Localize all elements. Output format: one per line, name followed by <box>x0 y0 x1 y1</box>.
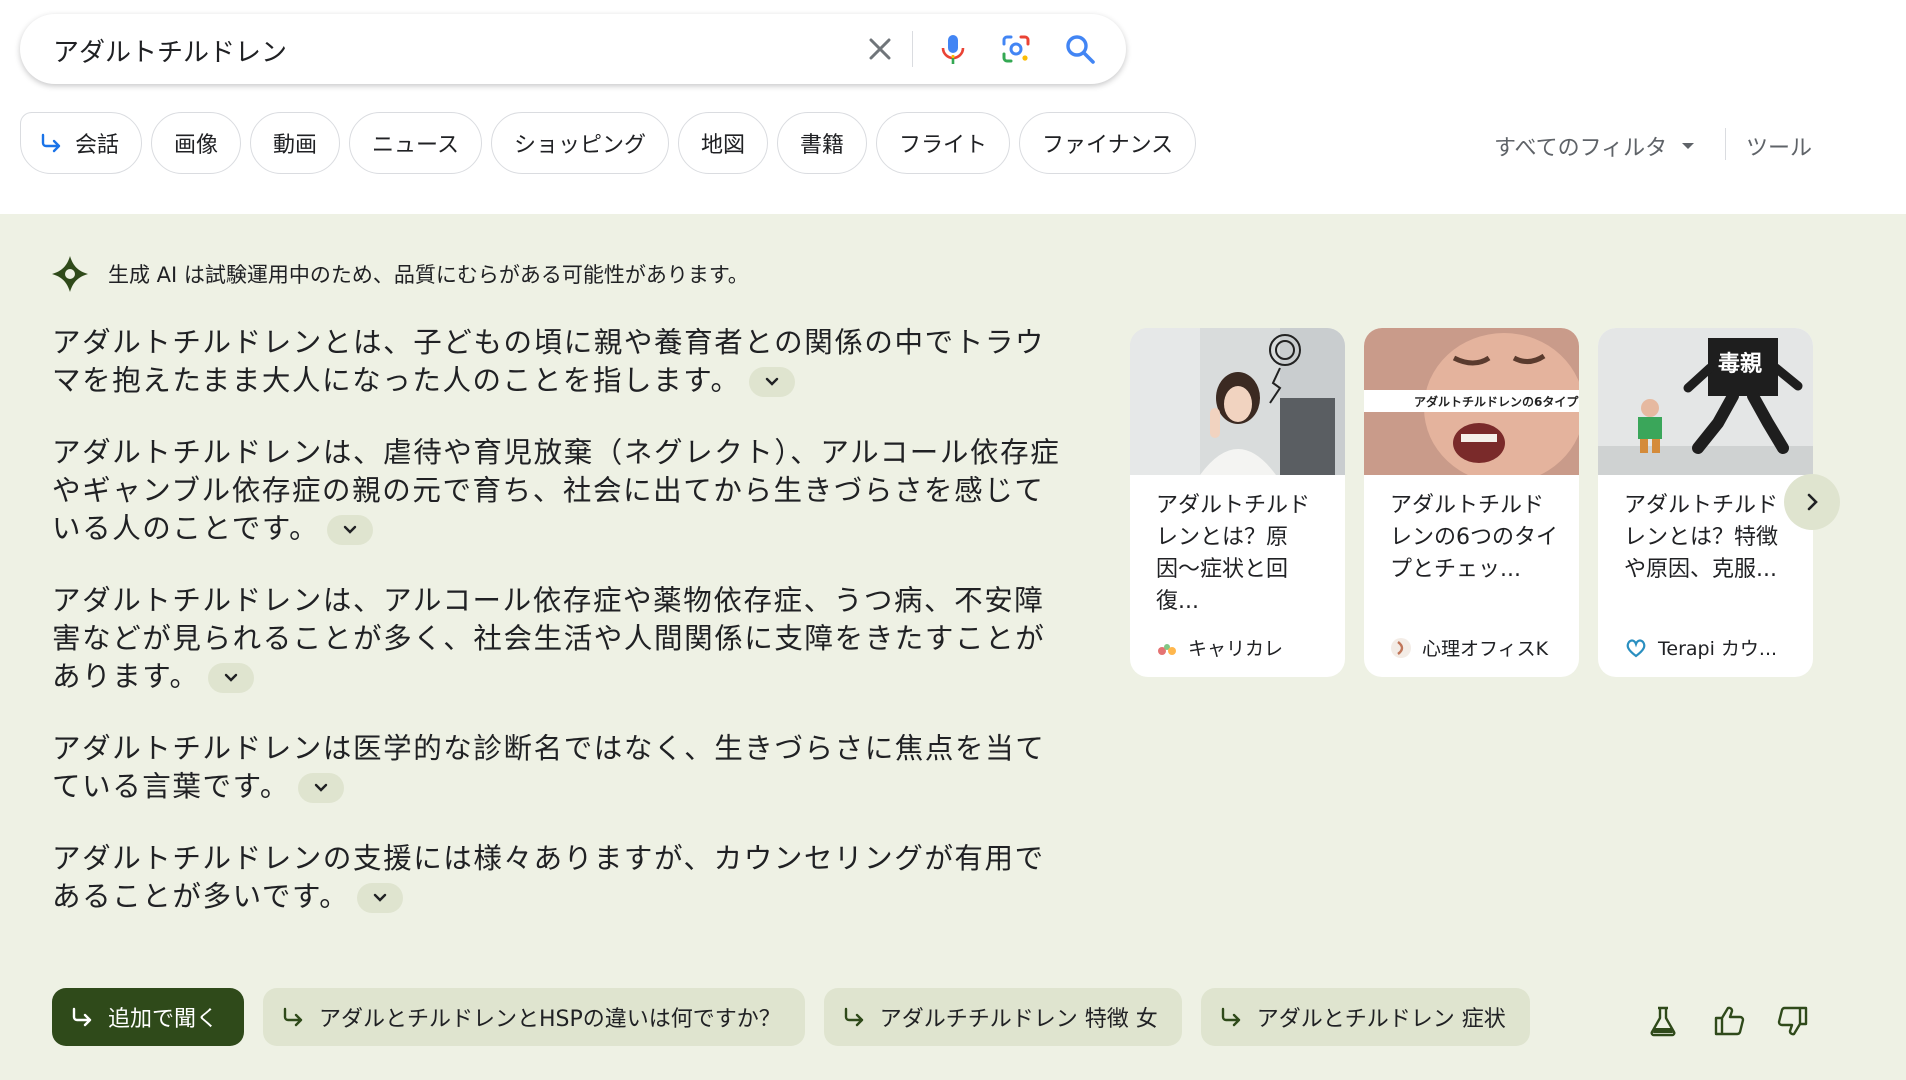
tools-button[interactable]: ツール <box>1746 130 1812 162</box>
site-favicon-icon <box>1390 637 1412 659</box>
ai-sparkle-icon <box>52 256 88 292</box>
source-card[interactable]: アダルトチルドレンの6タイプ アダルトチルドレンの6つのタイプとチェッ... 心… <box>1364 328 1579 677</box>
all-filters-dropdown[interactable]: すべてのフィルタ <box>1494 130 1695 162</box>
thumbs-up-icon[interactable] <box>1712 1004 1746 1038</box>
card-source: Terapi カウ... <box>1624 634 1777 661</box>
all-filters-label: すべてのフィルタ <box>1494 136 1668 161</box>
chip-books[interactable]: 書籍 <box>776 112 867 174</box>
reply-arrow-icon <box>281 1005 305 1029</box>
paragraph-text: アダルトチルドレンとは、子どもの頃に親や養育者との関係の中でトラウマを抱えたまま… <box>52 326 1046 397</box>
expand-button[interactable] <box>207 663 254 693</box>
reply-arrow-icon <box>1219 1005 1243 1029</box>
reply-arrow-icon <box>70 1005 94 1029</box>
ai-disclaimer: 生成 AI は試験運用中のため、品質にむらがある可能性があります。 <box>108 263 749 287</box>
chevron-down-icon <box>765 377 778 386</box>
card-source-name: 心理オフィスK <box>1422 638 1549 660</box>
chip-maps[interactable]: 地図 <box>677 112 768 174</box>
chip-shopping[interactable]: ショッピング <box>490 112 669 174</box>
filter-chips: 会話 画像 動画 ニュース ショッピング 地図 書籍 フライト ファイナンス <box>20 112 1197 176</box>
ai-disclaimer-row: 生成 AI は試験運用中のため、品質にむらがある可能性があります。 <box>50 254 749 294</box>
followup-suggestion[interactable]: アダルとチルドレンとHSPの違いは何ですか？ <box>263 988 805 1046</box>
card-source-name: Terapi カウ... <box>1658 638 1778 660</box>
ask-followup-button[interactable]: 追加で聞く <box>52 988 245 1046</box>
card-thumbnail: 毒親 <box>1598 328 1813 475</box>
thumbs-down-icon[interactable] <box>1776 1004 1810 1038</box>
chevron-down-icon <box>224 673 237 682</box>
chip-label: 会話 <box>75 133 120 158</box>
paragraph-text: アダルトチルドレンは、虐待や育児放棄（ネグレクト）、アルコール依存症やギャンブル… <box>52 436 1061 545</box>
paragraph-text: アダルトチルドレンは、アルコール依存症や薬物依存症、うつ病、不安障害などが見られ… <box>52 584 1046 693</box>
followup-label: アダルチチルドレン 特徴 女 <box>879 1007 1158 1032</box>
answer-paragraph: アダルトチルドレンは、アルコール依存症や薬物依存症、うつ病、不安障害などが見られ… <box>52 582 1062 696</box>
paragraph-text: アダルトチルドレンの支援には様々ありますが、カウンセリングが有用であることが多い… <box>52 842 1045 913</box>
answer-paragraph: アダルトチルドレンとは、子どもの頃に親や養育者との関係の中でトラウマを抱えたまま… <box>52 324 1062 400</box>
camera-lens-icon[interactable] <box>998 31 1034 67</box>
card-thumbnail: アダルトチルドレンの6タイプ <box>1364 328 1579 475</box>
chevron-down-icon <box>374 893 387 902</box>
answer-paragraph: アダルトチルドレンは医学的な診断名ではなく、生きづらさに焦点を当てている言葉です… <box>52 730 1062 806</box>
card-title: アダルトチルドレンとは？特徴や原因、克服... <box>1624 493 1779 582</box>
cards-next-button[interactable] <box>1784 474 1840 530</box>
card-title: アダルトチルドレンの6つのタイプとチェッ... <box>1390 493 1558 582</box>
chip-news[interactable]: ニュース <box>349 112 482 174</box>
source-card[interactable]: アダルトチルドレンとは？原因〜症状と回復... キャリカレ <box>1130 328 1345 677</box>
labs-flask-icon[interactable] <box>1646 1004 1680 1038</box>
site-favicon-icon <box>1156 637 1178 659</box>
expand-button[interactable] <box>748 367 795 397</box>
card-title: アダルトチルドレンとは？原因〜症状と回復... <box>1156 493 1311 614</box>
chevron-down-icon <box>314 783 328 792</box>
card-source: キャリカレ <box>1156 634 1283 661</box>
card-thumb-caption: アダルトチルドレンの6タイプ <box>1414 395 1579 409</box>
ask-followup-label: 追加で聞く <box>108 1007 219 1032</box>
followup-suggestion[interactable]: アダルチチルドレン 特徴 女 <box>823 988 1182 1046</box>
chip-images[interactable]: 画像 <box>151 112 242 174</box>
caret-down-icon <box>1682 143 1695 149</box>
site-favicon-icon <box>1624 637 1648 659</box>
close-icon[interactable] <box>862 31 898 67</box>
source-card[interactable]: 毒親 アダルトチルドレンとは？特徴や原因、克服... Terapi カウ... <box>1598 328 1813 677</box>
expand-button[interactable] <box>297 773 344 803</box>
search-divider <box>912 31 913 67</box>
followup-label: アダルとチルドレン 症状 <box>1256 1007 1506 1032</box>
source-cards: アダルトチルドレンとは？原因〜症状と回復... キャリカレ アダルトチルドレンの… <box>1130 328 1813 677</box>
expand-button[interactable] <box>357 883 404 913</box>
paragraph-text: アダルトチルドレンは医学的な診断名ではなく、生きづらさに焦点を当てている言葉です… <box>52 732 1046 803</box>
card-thumbnail <box>1130 328 1345 475</box>
mic-icon[interactable] <box>935 31 971 67</box>
card-thumb-caption: 毒親 <box>1718 352 1763 377</box>
search-icon[interactable] <box>1062 31 1098 67</box>
ai-answer: アダルトチルドレンとは、子どもの頃に親や養育者との関係の中でトラウマを抱えたまま… <box>52 324 1062 950</box>
chevron-right-icon <box>1807 493 1818 511</box>
reply-arrow-icon <box>842 1005 866 1029</box>
card-source-name: キャリカレ <box>1188 638 1284 660</box>
chip-videos[interactable]: 動画 <box>250 112 341 174</box>
expand-button[interactable] <box>327 515 374 545</box>
chip-conversation[interactable]: 会話 <box>20 112 143 174</box>
chevron-down-icon <box>344 525 357 534</box>
answer-paragraph: アダルトチルドレンの支援には様々ありますが、カウンセリングが有用であることが多い… <box>52 840 1062 916</box>
followup-label: アダルとチルドレンとHSPの違いは何ですか？ <box>319 1007 781 1032</box>
search-input[interactable]: アダルトチルドレン <box>53 32 287 69</box>
answer-paragraph: アダルトチルドレンは、虐待や育児放棄（ネグレクト）、アルコール依存症やギャンブル… <box>52 434 1062 548</box>
card-source: 心理オフィスK <box>1390 634 1548 661</box>
chip-finance[interactable]: ファイナンス <box>1019 112 1197 174</box>
chip-flights[interactable]: フライト <box>876 112 1011 174</box>
tools-divider <box>1725 128 1726 160</box>
reply-arrow-icon <box>39 131 63 155</box>
ai-overview: 生成 AI は試験運用中のため、品質にむらがある可能性があります。 アダルトチル… <box>0 214 1906 1080</box>
search-box[interactable]: アダルトチルドレン <box>20 14 1126 84</box>
followup-suggestion[interactable]: アダルとチルドレン 症状 <box>1200 988 1530 1046</box>
followup-chips: 追加で聞く アダルとチルドレンとHSPの違いは何ですか？ アダルチチルドレン 特… <box>52 988 1530 1046</box>
